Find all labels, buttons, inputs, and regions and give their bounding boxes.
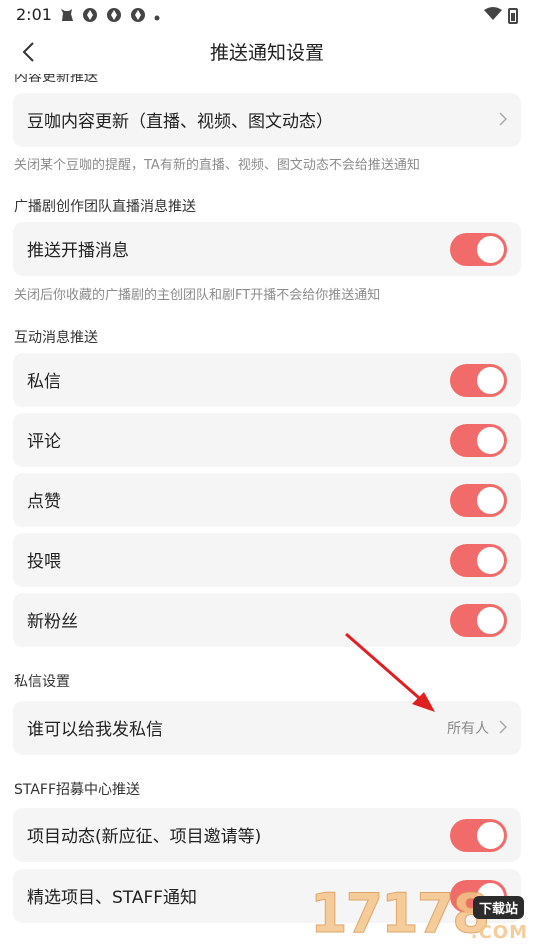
new-fans-notify-toggle[interactable] bbox=[450, 604, 507, 637]
dm-notify-row: 私信 bbox=[13, 353, 521, 407]
status-time: 2:01 bbox=[16, 5, 52, 24]
app-notification-icon bbox=[106, 7, 122, 27]
radio-team-row: 推送开播消息 bbox=[13, 222, 521, 276]
dm-notify-label: 私信 bbox=[27, 372, 61, 392]
more-dot-icon bbox=[154, 9, 160, 25]
battery-icon bbox=[508, 7, 518, 24]
cat-notification-icon bbox=[60, 8, 74, 26]
section-title-radio-team: 广播剧创作团队直播消息推送 bbox=[14, 199, 196, 215]
comment-notify-toggle[interactable] bbox=[450, 424, 507, 457]
new-fans-notify-label: 新粉丝 bbox=[27, 612, 78, 632]
new-fans-notify-row: 新粉丝 bbox=[13, 593, 521, 647]
dm-notify-toggle[interactable] bbox=[450, 364, 507, 397]
wifi-icon bbox=[484, 6, 502, 25]
annotation-arrow-icon bbox=[345, 632, 435, 712]
toggle-knob bbox=[477, 487, 504, 514]
toggle-knob bbox=[477, 236, 504, 263]
section-title-dm-settings: 私信设置 bbox=[14, 674, 70, 690]
like-notify-label: 点赞 bbox=[27, 492, 61, 512]
watermark-text: 17178 bbox=[310, 882, 491, 946]
who-can-dm-value: 所有人 bbox=[447, 721, 489, 737]
project-updates-label: 项目动态(新应征、项目邀请等) bbox=[27, 827, 262, 847]
radio-team-toggle[interactable] bbox=[450, 233, 507, 266]
radio-team-label: 推送开播消息 bbox=[27, 241, 129, 261]
section-title-interaction: 互动消息推送 bbox=[14, 330, 98, 346]
who-can-dm-row[interactable]: 谁可以给我发私信 所有人 bbox=[13, 701, 521, 755]
section-title-content-update: 内容更新推送 bbox=[14, 74, 98, 85]
project-updates-toggle[interactable] bbox=[450, 819, 507, 852]
notification-icons bbox=[60, 7, 160, 27]
chevron-right-icon bbox=[499, 720, 507, 734]
feed-notify-toggle[interactable] bbox=[450, 544, 507, 577]
watermark-sub: .COM bbox=[470, 922, 528, 943]
comment-notify-row: 评论 bbox=[13, 413, 521, 467]
chevron-right-icon bbox=[499, 112, 507, 126]
toggle-knob bbox=[477, 367, 504, 394]
toggle-knob bbox=[477, 607, 504, 634]
project-updates-row: 项目动态(新应征、项目邀请等) bbox=[13, 808, 521, 862]
page-title: 推送通知设置 bbox=[209, 42, 324, 64]
content-update-hint: 关闭某个豆咖的提醒，TA有新的直播、视频、图文动态不会给推送通知 bbox=[14, 158, 420, 173]
status-bar: 2:01 bbox=[0, 0, 534, 30]
nav-bar: 推送通知设置 bbox=[0, 30, 534, 74]
toggle-knob bbox=[477, 547, 504, 574]
content-update-row[interactable]: 豆咖内容更新（直播、视频、图文动态） bbox=[13, 93, 521, 147]
radio-team-hint: 关闭后你收藏的广播剧的主创团队和剧FT开播不会给你推送通知 bbox=[14, 288, 381, 303]
content-update-label: 豆咖内容更新（直播、视频、图文动态） bbox=[27, 112, 333, 132]
who-can-dm-label: 谁可以给我发私信 bbox=[27, 720, 163, 740]
watermark-logo: 17178 下载站 .COM bbox=[310, 878, 534, 950]
like-notify-row: 点赞 bbox=[13, 473, 521, 527]
app-notification-icon bbox=[82, 7, 98, 27]
feed-notify-row: 投喂 bbox=[13, 533, 521, 587]
toggle-knob bbox=[477, 822, 504, 849]
like-notify-toggle[interactable] bbox=[450, 484, 507, 517]
watermark-badge: 下载站 bbox=[472, 896, 524, 919]
feed-notify-label: 投喂 bbox=[27, 552, 61, 572]
comment-notify-label: 评论 bbox=[27, 432, 61, 452]
system-icons bbox=[484, 6, 518, 25]
app-notification-icon bbox=[130, 7, 146, 27]
featured-projects-label: 精选项目、STAFF通知 bbox=[27, 888, 198, 908]
toggle-knob bbox=[477, 427, 504, 454]
section-title-staff: STAFF招募中心推送 bbox=[14, 782, 141, 798]
settings-list[interactable]: 内容更新推送 豆咖内容更新（直播、视频、图文动态） 关闭某个豆咖的提醒，TA有新… bbox=[0, 74, 534, 950]
